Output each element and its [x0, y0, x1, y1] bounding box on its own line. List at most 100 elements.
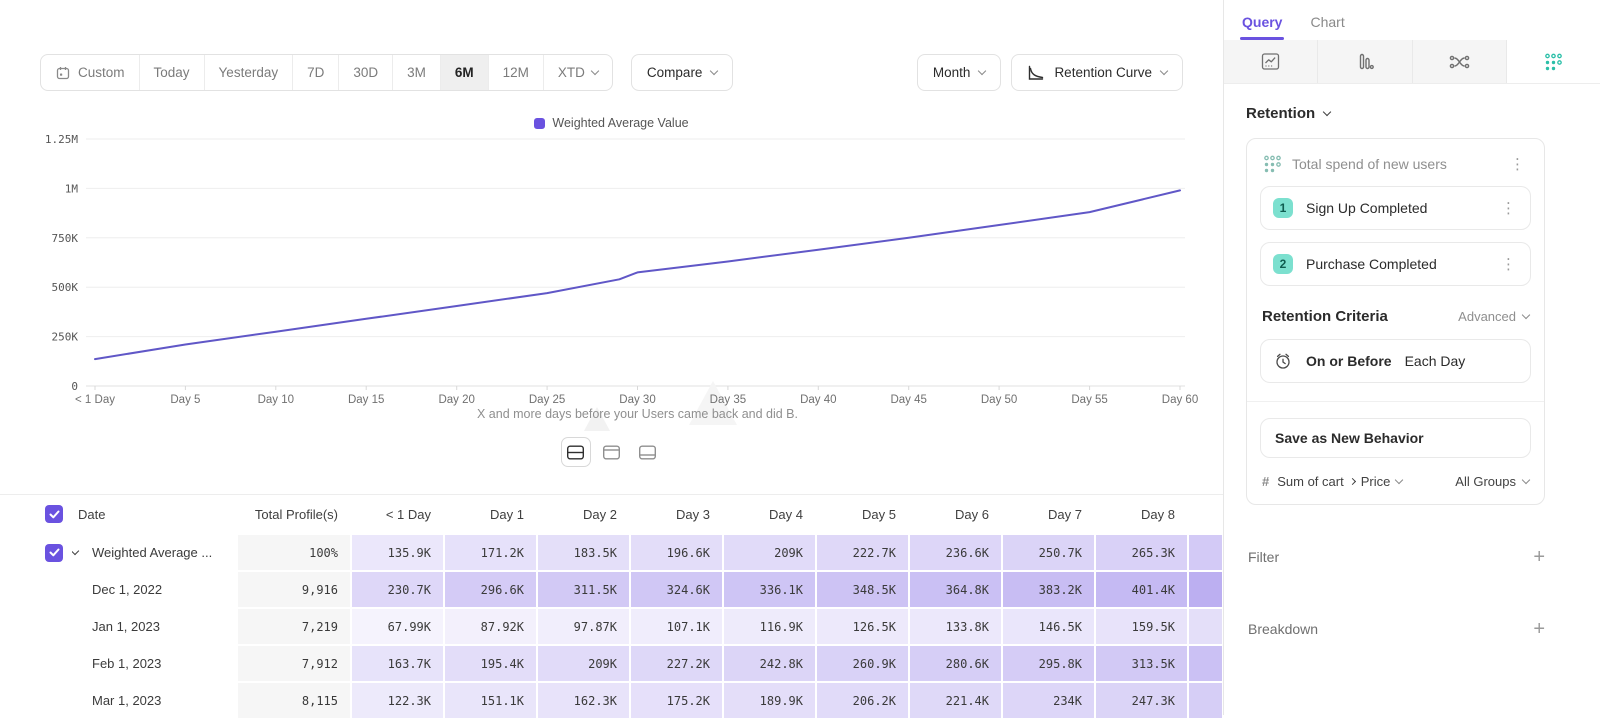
groups-select[interactable]: All Groups: [1455, 474, 1529, 489]
retention-value-cell[interactable]: 206.2K: [817, 683, 908, 718]
timing-row[interactable]: On or Before Each Day: [1260, 339, 1531, 383]
table-row[interactable]: Dec 1, 20229,916230.7K296.6K311.5K324.6K…: [0, 572, 1223, 607]
retention-value-cell[interactable]: 236.6K: [910, 535, 1001, 570]
retention-value-cell[interactable]: 222.7K: [817, 535, 908, 570]
retention-value-cell[interactable]: 364.8K: [910, 572, 1001, 607]
range-30d[interactable]: 30D: [338, 55, 392, 90]
retention-value-cell[interactable]: 175.2K: [631, 683, 722, 718]
row-checkbox[interactable]: [45, 544, 63, 562]
retention-value-cell[interactable]: 146.5K: [1003, 609, 1094, 644]
behavior-step[interactable]: 2Purchase Completed⋮: [1260, 242, 1531, 286]
criteria-mode-select[interactable]: Advanced: [1458, 309, 1529, 324]
total-profiles-cell[interactable]: 7,912: [238, 646, 350, 681]
select-all-checkbox[interactable]: [45, 505, 63, 523]
compare-button[interactable]: Compare: [631, 54, 734, 91]
retention-value-cell[interactable]: 247.3K: [1096, 683, 1187, 718]
retention-value-cell[interactable]: 116.9K: [724, 609, 815, 644]
retention-value-cell[interactable]: 87.92K: [445, 609, 536, 644]
kebab-menu-icon[interactable]: ⋮: [1506, 155, 1529, 174]
kebab-menu-icon[interactable]: ⋮: [1497, 255, 1520, 274]
total-profiles-cell[interactable]: 8,115: [238, 683, 350, 718]
table-row[interactable]: Jan 1, 20237,21967.99K87.92K97.87K107.1K…: [0, 609, 1223, 644]
retention-value-cell[interactable]: 209K: [724, 535, 815, 570]
retention-value-cell[interactable]: 97.87K: [538, 609, 629, 644]
retention-value-cell[interactable]: 230.7K: [352, 572, 443, 607]
retention-value-cell[interactable]: 265.3K: [1096, 535, 1187, 570]
row-label-cell: Feb 1, 2023: [72, 646, 236, 681]
svg-text:1M: 1M: [65, 182, 79, 195]
range-6m[interactable]: 6M: [440, 55, 488, 90]
retention-value-cell[interactable]: 126.5K: [817, 609, 908, 644]
range-xtd[interactable]: XTD: [543, 55, 612, 90]
retention-value-cell[interactable]: 107.1K: [631, 609, 722, 644]
row-expand-chevron[interactable]: [72, 551, 92, 554]
report-type-cell[interactable]: [1413, 40, 1507, 83]
behavior-step[interactable]: 1Sign Up Completed⋮: [1260, 186, 1531, 230]
total-profiles-cell[interactable]: 7,219: [238, 609, 350, 644]
retention-value-cell[interactable]: 242.8K: [724, 646, 815, 681]
legend-swatch: [534, 118, 545, 129]
table-layout-top-button[interactable]: [597, 437, 627, 467]
retention-value-cell[interactable]: 348.5K: [817, 572, 908, 607]
report-type-active-cell[interactable]: [1507, 40, 1600, 83]
retention-value-cell[interactable]: 189.9K: [724, 683, 815, 718]
retention-value-cell[interactable]: 234K: [1003, 683, 1094, 718]
kebab-menu-icon[interactable]: ⋮: [1497, 199, 1520, 218]
range-yesterday[interactable]: Yesterday: [204, 55, 293, 90]
table-layout-split-button[interactable]: [561, 437, 591, 467]
total-profiles-cell[interactable]: 100%: [238, 535, 350, 570]
table-row[interactable]: Mar 1, 20238,115122.3K151.1K162.3K175.2K…: [0, 683, 1223, 718]
svg-text:Day 10: Day 10: [258, 394, 294, 406]
retention-value-cell[interactable]: 324.6K: [631, 572, 722, 607]
retention-value-cell[interactable]: 209K: [538, 646, 629, 681]
retention-value-cell[interactable]: 171.2K: [445, 535, 536, 570]
report-type-cell[interactable]: [1318, 40, 1412, 83]
retention-value-cell[interactable]: 383.2K: [1003, 572, 1094, 607]
view-selector[interactable]: Retention: [1246, 105, 1600, 122]
add-filter-button[interactable]: +: [1533, 547, 1545, 567]
retention-value-cell[interactable]: 135.9K: [352, 535, 443, 570]
tab-chart[interactable]: Chart: [1310, 14, 1344, 40]
retention-value-cell[interactable]: 295.8K: [1003, 646, 1094, 681]
granularity-select[interactable]: Month: [917, 54, 1002, 91]
save-as-new-behavior-button[interactable]: Save as New Behavior: [1260, 418, 1531, 458]
retention-value-cell[interactable]: 260.9K: [817, 646, 908, 681]
retention-value-cell[interactable]: 183.5K: [538, 535, 629, 570]
range-custom[interactable]: Custom: [41, 55, 139, 90]
retention-value-cell[interactable]: 133.8K: [910, 609, 1001, 644]
range-7d[interactable]: 7D: [292, 55, 338, 90]
tab-query[interactable]: Query: [1242, 14, 1282, 40]
retention-value-cell[interactable]: 67.99K: [352, 609, 443, 644]
retention-value-cell[interactable]: 401.4K: [1096, 572, 1187, 607]
range-today[interactable]: Today: [139, 55, 204, 90]
retention-value-cell[interactable]: 280.6K: [910, 646, 1001, 681]
svg-text:Day 5: Day 5: [170, 394, 200, 406]
retention-value-cell[interactable]: 336.1K: [724, 572, 815, 607]
retention-value-cell[interactable]: 162.3K: [538, 683, 629, 718]
retention-value-cell[interactable]: 196.6K: [631, 535, 722, 570]
row-label-cell: Dec 1, 2022: [72, 572, 236, 607]
chart-legend[interactable]: Weighted Average Value: [0, 115, 1223, 131]
retention-value-cell[interactable]: 313.5K: [1096, 646, 1187, 681]
chart-type-select[interactable]: Retention Curve: [1011, 54, 1183, 91]
table-row[interactable]: Weighted Average ... 100%135.9K171.2K183.…: [0, 535, 1223, 570]
table-layout-bottom-button[interactable]: [633, 437, 663, 467]
add-breakdown-button[interactable]: +: [1533, 619, 1545, 639]
report-type-cell[interactable]: [1224, 40, 1318, 83]
retention-value-cell[interactable]: 151.1K: [445, 683, 536, 718]
range-3m[interactable]: 3M: [392, 55, 440, 90]
range-12m[interactable]: 12M: [488, 55, 543, 90]
retention-value-cell[interactable]: 296.6K: [445, 572, 536, 607]
retention-value-cell[interactable]: 163.7K: [352, 646, 443, 681]
row-label: Weighted Average ...: [92, 545, 212, 560]
retention-value-cell[interactable]: 311.5K: [538, 572, 629, 607]
measure-select[interactable]: Sum of cart Price: [1277, 474, 1402, 489]
retention-value-cell[interactable]: 122.3K: [352, 683, 443, 718]
total-profiles-cell[interactable]: 9,916: [238, 572, 350, 607]
table-row[interactable]: Feb 1, 20237,912163.7K195.4K209K227.2K24…: [0, 646, 1223, 681]
retention-value-cell[interactable]: 221.4K: [910, 683, 1001, 718]
retention-value-cell[interactable]: 159.5K: [1096, 609, 1187, 644]
retention-value-cell[interactable]: 227.2K: [631, 646, 722, 681]
retention-value-cell[interactable]: 250.7K: [1003, 535, 1094, 570]
retention-value-cell[interactable]: 195.4K: [445, 646, 536, 681]
